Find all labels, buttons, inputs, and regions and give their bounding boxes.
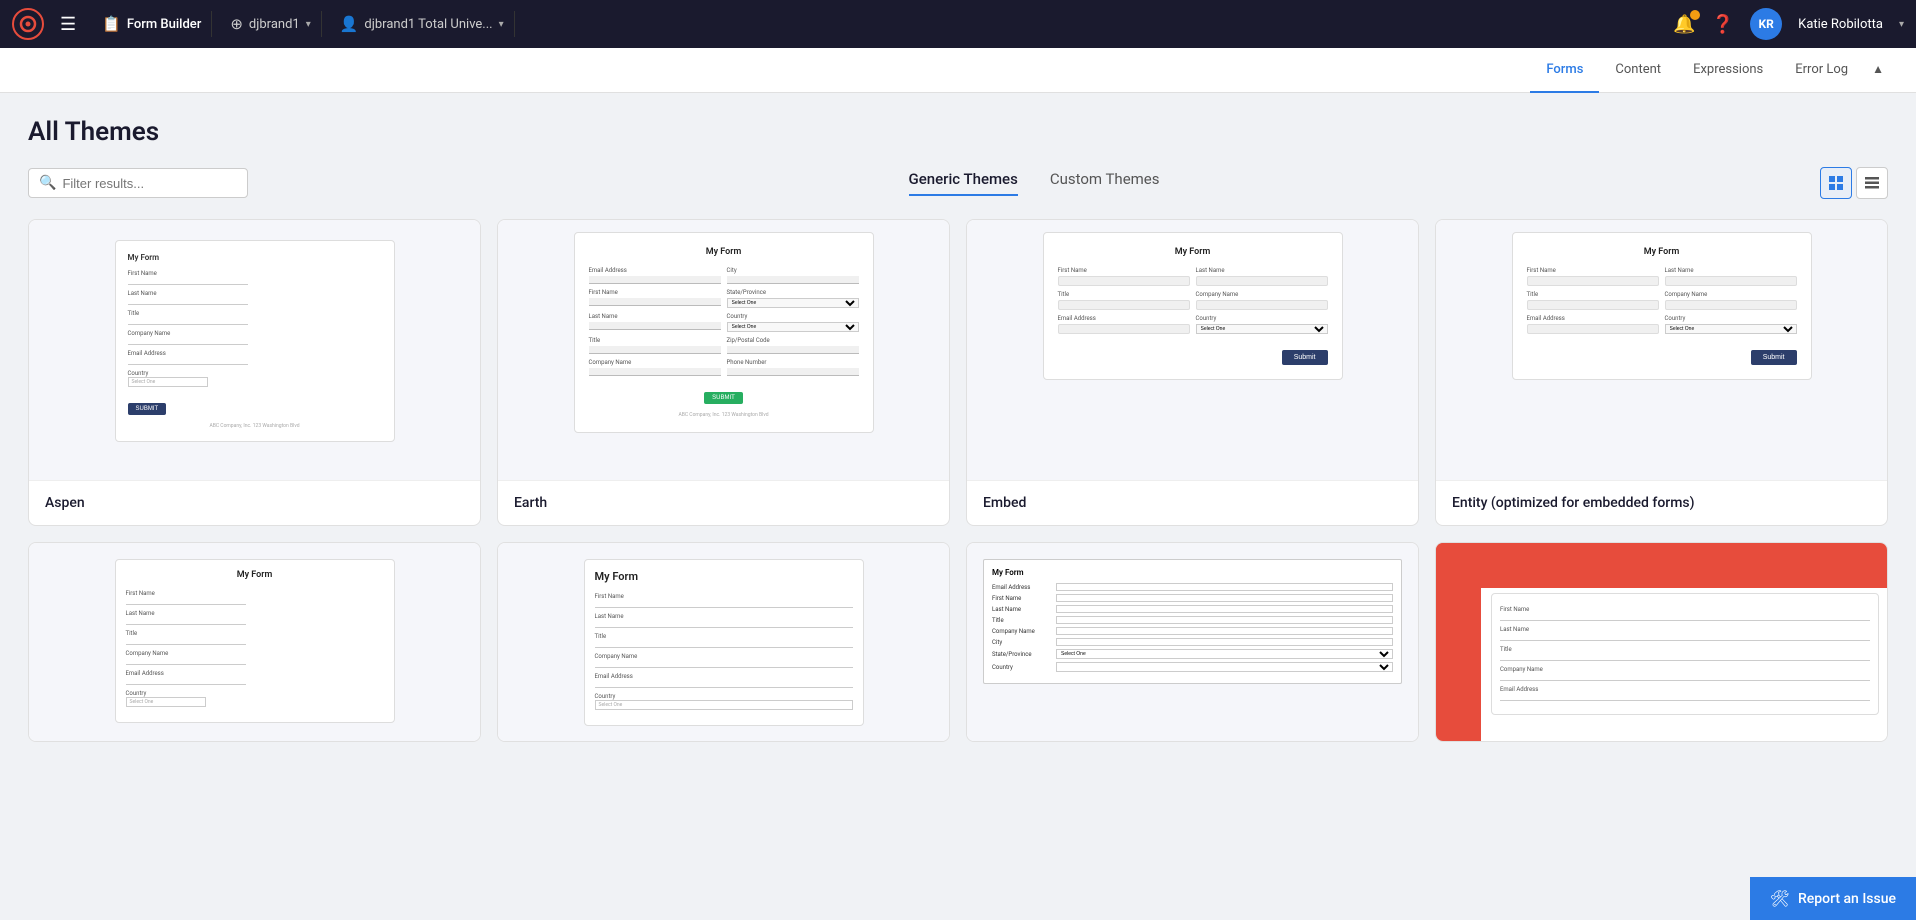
theme-tabs: Generic Themes Custom Themes: [248, 170, 1820, 196]
tab-generic-themes[interactable]: Generic Themes: [909, 170, 1018, 196]
theme-label-embed: Embed: [967, 480, 1418, 525]
app-logo[interactable]: [12, 8, 44, 40]
page-title: All Themes: [28, 117, 1888, 147]
user-chevron-icon: ▾: [1899, 19, 1904, 30]
workspace-icon: 👤: [340, 15, 359, 33]
search-box: 🔍: [28, 168, 248, 198]
theme-preview-earth: My Form Email Address City First Name St…: [498, 220, 949, 480]
user-avatar[interactable]: KR: [1750, 8, 1782, 40]
theme-preview-bottom-2: My Form First Name Last Name Title Compa…: [498, 543, 949, 741]
theme-label-earth: Earth: [498, 480, 949, 525]
theme-label-entity: Entity (optimized for embedded forms): [1436, 480, 1887, 525]
main-content: All Themes 🔍 Generic Themes Custom Theme…: [0, 93, 1916, 766]
theme-preview-bottom-1: My Form First Name Last Name Title Compa…: [29, 543, 480, 741]
list-view-button[interactable]: [1856, 167, 1888, 199]
tab-custom-themes[interactable]: Custom Themes: [1050, 170, 1160, 196]
form-builder-icon: 📋: [102, 15, 121, 33]
brand-chevron-icon: ▾: [306, 19, 311, 30]
workspace-chevron-icon: ▾: [499, 19, 504, 30]
theme-card-bottom-1[interactable]: My Form First Name Last Name Title Compa…: [28, 542, 481, 742]
hamburger-menu[interactable]: ☰: [52, 10, 84, 39]
theme-card-entity[interactable]: My Form First Name Last Name Title Compa…: [1435, 219, 1888, 526]
report-issue-label: Report an Issue: [1798, 891, 1896, 907]
grid-view-button[interactable]: [1820, 167, 1852, 199]
collapse-button[interactable]: ▲: [1864, 48, 1892, 92]
tab-content[interactable]: Content: [1599, 48, 1677, 93]
report-icon: 🛠: [1770, 889, 1790, 908]
notifications-bell[interactable]: 🔔: [1673, 14, 1695, 35]
help-button[interactable]: ❓: [1712, 14, 1734, 35]
theme-card-aspen[interactable]: My Form First Name Last Name Title Compa…: [28, 219, 481, 526]
theme-card-bottom-4[interactable]: My Form First Name Last Name Title Compa…: [1435, 542, 1888, 742]
brand-label: djbrand1: [249, 17, 300, 32]
theme-preview-bottom-3: My Form Email Address First Name Last Na…: [967, 543, 1418, 741]
filter-row: 🔍 Generic Themes Custom Themes: [28, 167, 1888, 199]
theme-label-aspen: Aspen: [29, 480, 480, 525]
themes-grid-bottom: My Form First Name Last Name Title Compa…: [28, 542, 1888, 742]
view-toggle: [1820, 167, 1888, 199]
theme-preview-bottom-4: My Form First Name Last Name Title Compa…: [1436, 543, 1887, 741]
workspace-label: djbrand1 Total Unive...: [364, 17, 492, 32]
nav-brand[interactable]: ⊕ djbrand1 ▾: [220, 11, 321, 37]
theme-card-earth[interactable]: My Form Email Address City First Name St…: [497, 219, 950, 526]
report-issue-button[interactable]: 🛠 Report an Issue: [1750, 877, 1916, 920]
form-builder-label: Form Builder: [127, 17, 202, 32]
themes-grid: My Form First Name Last Name Title Compa…: [28, 219, 1888, 526]
theme-card-bottom-2[interactable]: My Form First Name Last Name Title Compa…: [497, 542, 950, 742]
sub-navigation: Forms Content Expressions Error Log ▲: [0, 48, 1916, 93]
tab-forms[interactable]: Forms: [1530, 48, 1599, 93]
theme-preview-aspen: My Form First Name Last Name Title Compa…: [29, 220, 480, 480]
theme-preview-entity: My Form First Name Last Name Title Compa…: [1436, 220, 1887, 480]
user-name[interactable]: Katie Robilotta: [1798, 17, 1883, 32]
tab-expressions[interactable]: Expressions: [1677, 48, 1779, 93]
brand-icon: ⊕: [230, 15, 243, 33]
notification-badge: [1690, 10, 1700, 20]
theme-card-embed[interactable]: My Form First Name Last Name Title Compa…: [966, 219, 1419, 526]
search-icon: 🔍: [39, 175, 56, 191]
nav-workspace[interactable]: 👤 djbrand1 Total Unive... ▾: [330, 11, 515, 37]
theme-card-bottom-3[interactable]: My Form Email Address First Name Last Na…: [966, 542, 1419, 742]
theme-preview-embed: My Form First Name Last Name Title Compa…: [967, 220, 1418, 480]
tab-error-log[interactable]: Error Log: [1779, 48, 1864, 93]
nav-form-builder[interactable]: 📋 Form Builder: [92, 11, 212, 37]
search-input[interactable]: [62, 176, 237, 191]
